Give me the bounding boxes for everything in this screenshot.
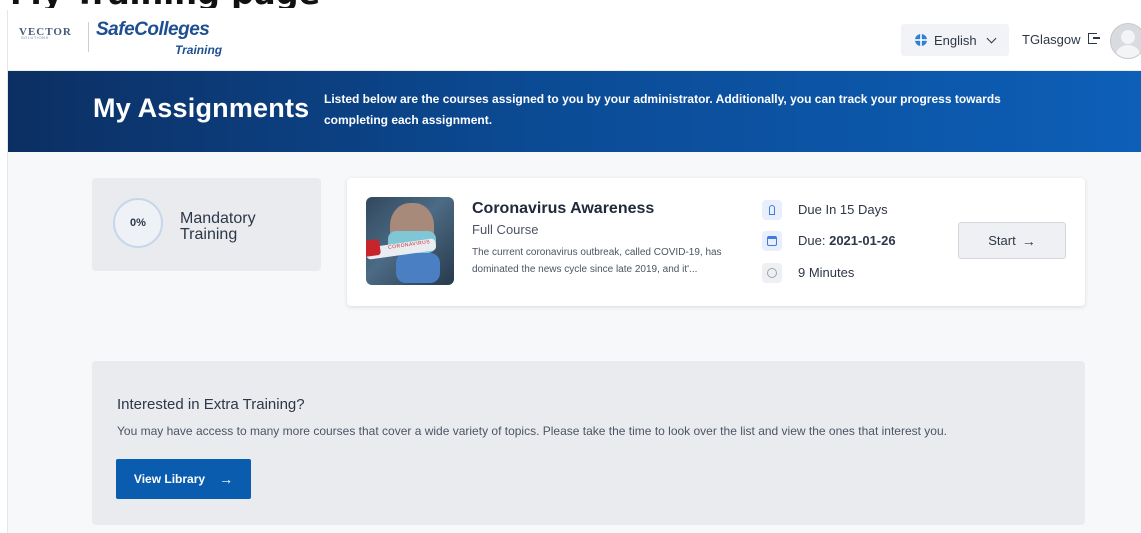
extra-training-panel: Interested in Extra Training? You may ha…	[92, 361, 1085, 525]
ribbon-icon	[762, 200, 782, 220]
progress-ring: 0%	[113, 198, 163, 248]
language-label: English	[934, 32, 977, 48]
extra-training-title: Interested in Extra Training?	[117, 396, 305, 413]
extra-training-description: You may have access to many more courses…	[117, 424, 947, 438]
thumbnail-glove-shape	[396, 253, 440, 283]
view-library-label: View Library	[133, 472, 206, 486]
course-thumbnail[interactable]: CORONAVIRUS	[366, 197, 454, 285]
page-title: My Assignments	[93, 93, 310, 123]
arrow-right-icon: →	[219, 471, 234, 487]
start-course-button[interactable]: Start →	[958, 222, 1066, 259]
top-navigation-bar: VECTOR SOLUTIONS SafeColleges Training E…	[8, 10, 1141, 71]
logo-divider	[88, 22, 89, 52]
arrow-right-icon: →	[1021, 232, 1036, 249]
safecolleges-logo[interactable]: SafeColleges	[96, 19, 210, 41]
view-library-button[interactable]: View Library →	[116, 459, 251, 499]
calendar-icon	[762, 231, 782, 251]
course-type: Full Course	[472, 222, 539, 237]
course-description: The current coronavirus outbreak, called…	[472, 247, 722, 275]
logout-icon[interactable]	[1088, 33, 1100, 44]
username-label[interactable]: TGlasgow	[1022, 32, 1081, 47]
thumbnail-cap-shape	[366, 238, 382, 258]
safecolleges-logo-subtitle: Training	[175, 43, 223, 57]
clock-icon	[762, 263, 782, 283]
chevron-down-icon	[986, 33, 997, 43]
course-card: CORONAVIRUS Coronavirus Awareness Full C…	[347, 178, 1085, 306]
language-selector[interactable]: English	[901, 24, 1009, 56]
course-title[interactable]: Coronavirus Awareness	[472, 200, 654, 218]
progress-percent: 0%	[130, 217, 146, 229]
globe-icon	[915, 34, 927, 46]
avatar[interactable]	[1110, 23, 1141, 59]
progress-card: 0% Mandatory Training	[92, 178, 321, 271]
due-date-row: Due: 2021-01-26	[798, 233, 896, 248]
due-date-label: Due:	[798, 233, 826, 248]
duration-label: 9 Minutes	[798, 265, 855, 280]
app-frame: VECTOR SOLUTIONS SafeColleges Training E…	[7, 10, 1141, 533]
due-in-label: Due In 15 Days	[798, 202, 888, 217]
vector-solutions-logo[interactable]: VECTOR SOLUTIONS	[19, 22, 89, 42]
start-button-label: Start	[988, 233, 1016, 248]
avatar-head-shape	[1121, 30, 1135, 44]
avatar-body-shape	[1116, 45, 1140, 58]
assignments-hero-banner: My Assignments Listed below are the cour…	[8, 71, 1141, 152]
progress-label: Mandatory Training	[180, 210, 256, 243]
page-description: Listed below are the courses assigned to…	[324, 92, 1001, 127]
due-date-value: 2021-01-26	[829, 233, 896, 248]
page-heading-fragment: My Training page	[0, 0, 1141, 8]
vector-logo-subtext: SOLUTIONS	[21, 35, 49, 40]
